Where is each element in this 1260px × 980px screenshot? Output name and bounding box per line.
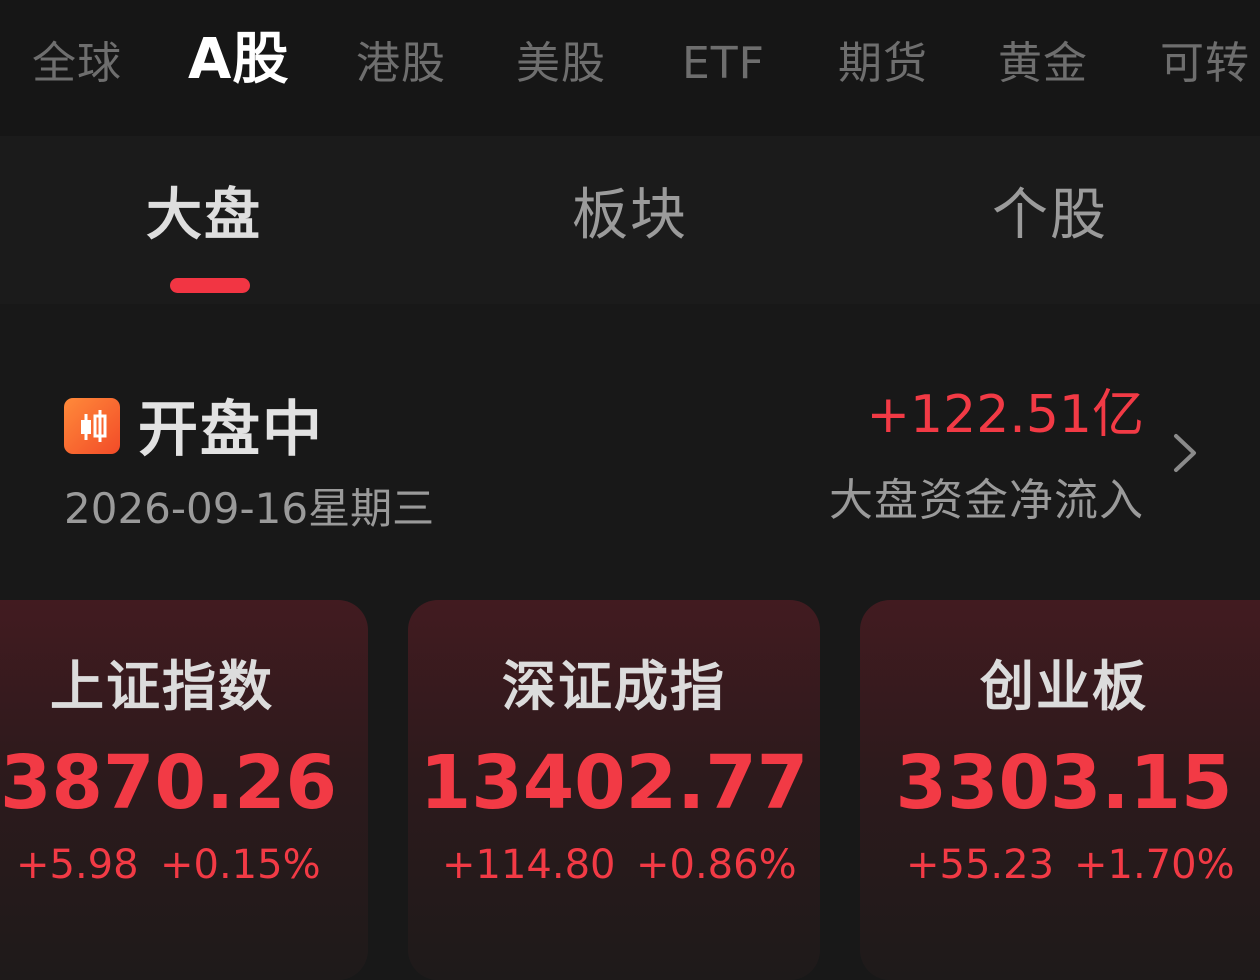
tab-convertible[interactable]: 可转	[1160, 34, 1250, 94]
tab-market-overview[interactable]: 大盘	[146, 180, 262, 252]
tab-us-stocks[interactable]: 美股	[516, 34, 606, 94]
index-name: 创业板	[980, 655, 1148, 718]
index-change: +5.98	[16, 842, 139, 888]
tab-individual-stocks[interactable]: 个股	[992, 180, 1108, 252]
market-status: 开盘中	[138, 395, 324, 465]
index-name: 上证指数	[50, 655, 274, 718]
market-tab-bar: 全球 A股 港股 美股 ETF 期货 黄金 可转	[0, 0, 1260, 136]
tab-sectors[interactable]: 板块	[572, 180, 688, 252]
index-change-percent: +0.15%	[160, 842, 321, 888]
tab-a-shares[interactable]: A股	[188, 30, 289, 90]
trading-date: 2026-09-16星期三	[64, 484, 435, 533]
market-overview-page: 全球 A股 港股 美股 ETF 期货 黄金 可转 大盘 板块 个股 开盘中 20…	[0, 0, 1260, 980]
sub-tab-bar: 大盘 板块 个股	[0, 136, 1260, 304]
tab-gold[interactable]: 黄金	[998, 34, 1088, 94]
index-value: 3870.26	[0, 740, 338, 826]
tab-futures[interactable]: 期货	[838, 34, 928, 94]
chevron-right-icon[interactable]	[1168, 430, 1202, 476]
index-change: +114.80	[442, 842, 616, 888]
net-capital-inflow-label[interactable]: 大盘资金净流入	[829, 472, 1144, 530]
index-change: +55.23	[906, 842, 1055, 888]
tab-etf[interactable]: ETF	[682, 34, 765, 94]
index-change-percent: +1.70%	[1074, 842, 1235, 888]
candlestick-icon	[64, 398, 120, 454]
active-tab-indicator	[170, 278, 250, 293]
net-capital-inflow-value[interactable]: +122.51亿	[866, 382, 1144, 448]
index-value: 13402.77	[419, 740, 809, 826]
index-value: 3303.15	[895, 740, 1233, 826]
index-change-percent: +0.86%	[636, 842, 797, 888]
tab-hk-stocks[interactable]: 港股	[356, 34, 446, 94]
tab-global[interactable]: 全球	[32, 34, 122, 94]
index-name: 深证成指	[502, 655, 726, 718]
